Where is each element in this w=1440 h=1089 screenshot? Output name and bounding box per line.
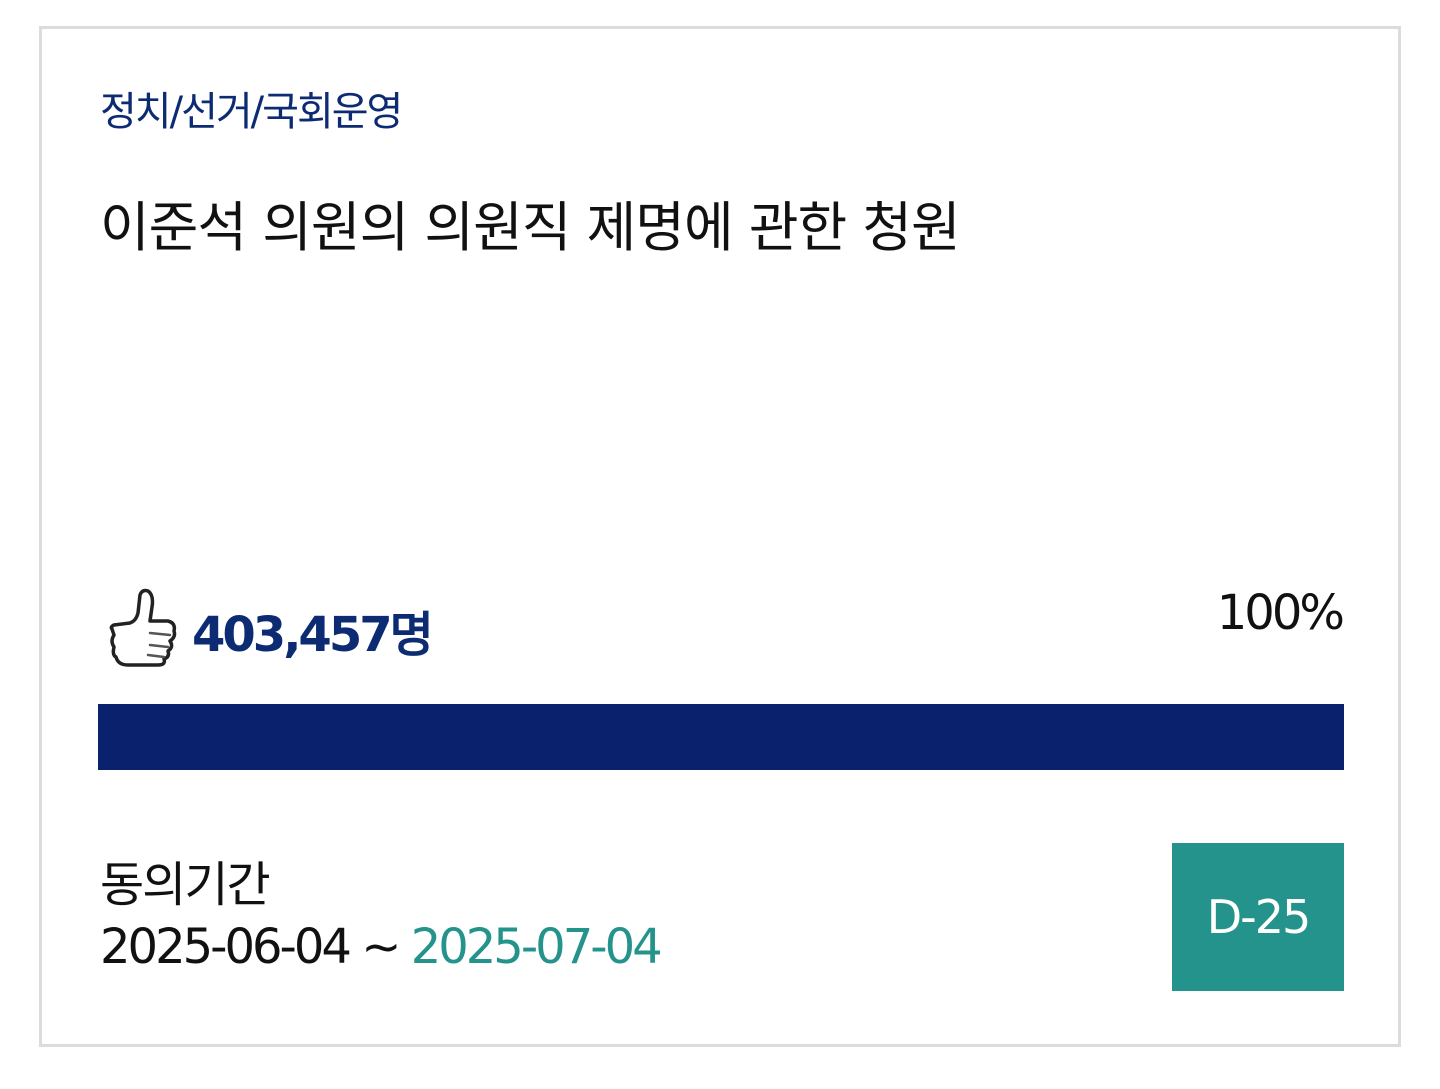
agree-count: 403,457명 <box>192 607 434 663</box>
petition-card[interactable]: 정치/선거/국회운영 이준석 의원의 의원직 제명에 관한 청원 403,457… <box>39 26 1401 1047</box>
petition-title[interactable]: 이준석 의원의 의원직 제명에 관한 청원 <box>100 183 961 262</box>
period-label: 동의기간 <box>100 857 271 913</box>
thumbs-up-icon <box>109 588 177 667</box>
progress-percent: 100% <box>1216 585 1345 641</box>
date-separator: ~ <box>348 919 411 975</box>
start-date: 2025-06-04 <box>100 919 352 975</box>
period-dates: 2025-06-04 ~ 2025-07-04 <box>100 919 663 975</box>
end-date: 2025-07-04 <box>410 919 663 975</box>
petition-category: 정치/선거/국회운영 <box>100 89 403 135</box>
dday-badge: D-25 <box>1172 843 1344 991</box>
progress-bar <box>98 704 1344 770</box>
progress-bar-fill <box>98 704 1344 770</box>
